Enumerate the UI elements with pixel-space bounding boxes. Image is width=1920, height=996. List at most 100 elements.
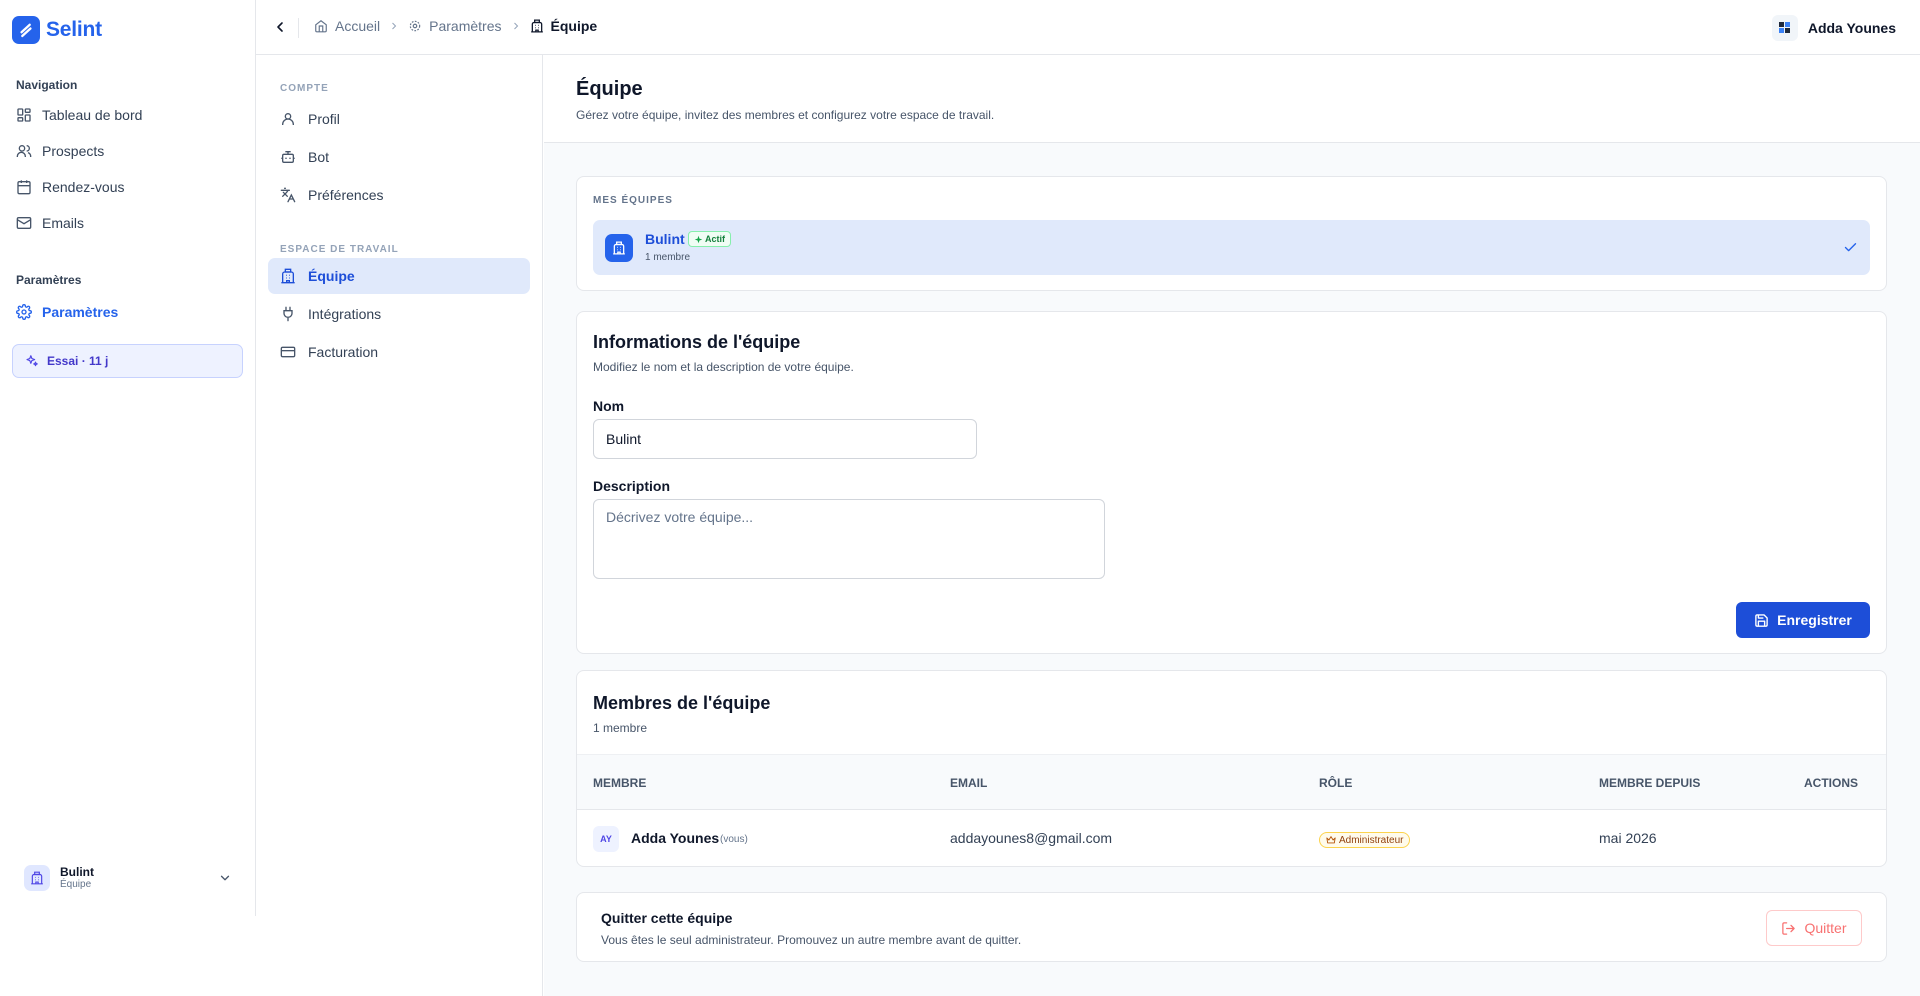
team-name-input[interactable] [593,419,977,459]
members-card: Membres de l'équipe 1 membre Membre Emai… [576,670,1887,867]
user-icon [280,111,296,127]
member-you-tag: (vous) [720,834,748,845]
sidebar-settings-heading: Paramètres [16,273,82,287]
settings-nav-team[interactable]: Équipe [268,258,530,294]
logo-mark-icon [12,16,40,44]
team-switcher-name: Bulint [60,865,94,879]
trial-badge[interactable]: Essai · 11 j [12,344,243,378]
user-name: Adda Younes [1807,20,1896,36]
sidebar-item-label: Prospects [42,143,105,159]
members-title: Membres de l'équipe [593,693,771,713]
logo[interactable]: Selint [12,16,102,44]
settings-nav: COMPTE Profil Bot Préférences ESPACE DE … [256,55,543,996]
credit-card-icon [280,344,296,360]
breadcrumb-label: Accueil [335,18,381,34]
settings-nav-workspace-heading: ESPACE DE TRAVAIL [280,244,399,255]
settings-nav-profile[interactable]: Profil [268,101,530,137]
gear-icon [408,19,422,33]
column-header-member: Membre [593,776,647,790]
bot-icon [280,149,296,165]
crown-icon [1326,835,1336,845]
leave-team-button[interactable]: Quitter [1766,910,1862,946]
sidebar: Selint Navigation Tableau de bord Prospe… [0,0,256,916]
logout-icon [1781,921,1796,936]
sidebar-nav-heading: Navigation [16,78,78,92]
user-avatar-icon [1778,22,1790,33]
plug-icon [280,306,296,322]
my-teams-heading: MES ÉQUIPES [593,195,673,206]
team-switcher[interactable]: Bulint Équipe [12,858,244,898]
user-menu[interactable]: Adda Younes [1771,15,1896,41]
gear-icon [16,304,32,320]
team-list-item[interactable]: Bulint Actif 1 membre [593,220,1870,275]
team-name: Bulint [645,231,685,247]
sidebar-item-appointments[interactable]: Rendez-vous [12,170,244,204]
sidebar-item-dashboard[interactable]: Tableau de bord [12,98,244,132]
description-label: Description [593,478,671,494]
sidebar-item-label: Paramètres [42,304,119,320]
sidebar-item-label: Tableau de bord [42,107,143,123]
settings-nav-bot[interactable]: Bot [268,139,530,175]
team-avatar [605,234,633,262]
leave-team-subtitle: Vous êtes le seul administrateur. Promou… [601,933,1022,947]
team-info-title: Informations de l'équipe [593,332,801,352]
settings-nav-integrations[interactable]: Intégrations [268,296,530,332]
check-icon [1843,240,1858,255]
sidebar-item-prospects[interactable]: Prospects [12,134,244,168]
building-icon [280,268,296,284]
settings-nav-billing[interactable]: Facturation [268,334,530,370]
sidebar-item-settings[interactable]: Paramètres [12,295,244,329]
member-name: Adda Younes [631,830,720,846]
breadcrumb-home[interactable]: Accueil [314,18,380,34]
settings-nav-label: Intégrations [308,306,382,322]
settings-nav-label: Préférences [308,187,384,203]
avatar: AY [593,826,619,852]
team-info-card: Informations de l'équipe Modifiez le nom… [576,311,1887,654]
settings-nav-label: Profil [308,111,340,127]
name-label: Nom [593,398,625,414]
breadcrumb: Accueil Paramètres Équipe [314,18,597,34]
sidebar-item-label: Emails [42,215,85,231]
leave-team-button-label: Quitter [1804,920,1847,936]
breadcrumb-settings[interactable]: Paramètres [408,18,502,34]
active-badge: Actif [688,231,731,247]
save-icon [1754,613,1769,628]
table-header: Membre Email Rôle Membre depuis Actions [577,754,1886,810]
column-header-role: Rôle [1319,776,1353,790]
team-member-count: 1 membre [645,252,691,263]
chevron-right-icon [388,20,400,32]
sparkle-icon [694,235,703,244]
breadcrumb-label: Équipe [550,18,598,34]
role-badge-label: Administrateur [1339,834,1404,846]
building-icon [530,19,544,33]
page-subtitle: Gérez votre équipe, invitez des membres … [576,108,995,122]
page-title: Équipe [576,78,643,100]
team-avatar [24,865,50,891]
main-content: Équipe Gérez votre équipe, invitez des m… [544,55,1920,996]
settings-nav-label: Bot [308,149,330,165]
team-description-input[interactable] [593,499,1105,579]
sparkles-icon [25,354,39,368]
column-header-actions: Actions [1804,776,1858,790]
role-badge: Administrateur [1319,832,1411,848]
back-button[interactable] [272,19,288,35]
topbar-divider [298,18,299,38]
building-icon [612,241,626,255]
chevron-right-icon [510,20,522,32]
settings-nav-preferences[interactable]: Préférences [268,177,530,213]
mail-icon [16,215,32,231]
members-count: 1 membre [593,721,648,735]
sidebar-item-emails[interactable]: Emails [12,206,244,240]
save-button-label: Enregistrer [1777,612,1852,628]
dashboard-icon [16,107,32,123]
breadcrumb-team: Équipe [530,18,598,34]
calendar-icon [16,179,32,195]
translate-icon [280,187,296,203]
settings-nav-account-heading: COMPTE [280,83,329,94]
member-email: addayounes8@gmail.com [950,830,1113,846]
sidebar-item-label: Rendez-vous [42,179,125,195]
leave-team-card: Quitter cette équipe Vous êtes le seul a… [576,892,1887,962]
team-switcher-subtitle: Équipe [60,879,92,890]
settings-nav-label: Équipe [308,268,355,284]
save-button[interactable]: Enregistrer [1736,602,1870,638]
